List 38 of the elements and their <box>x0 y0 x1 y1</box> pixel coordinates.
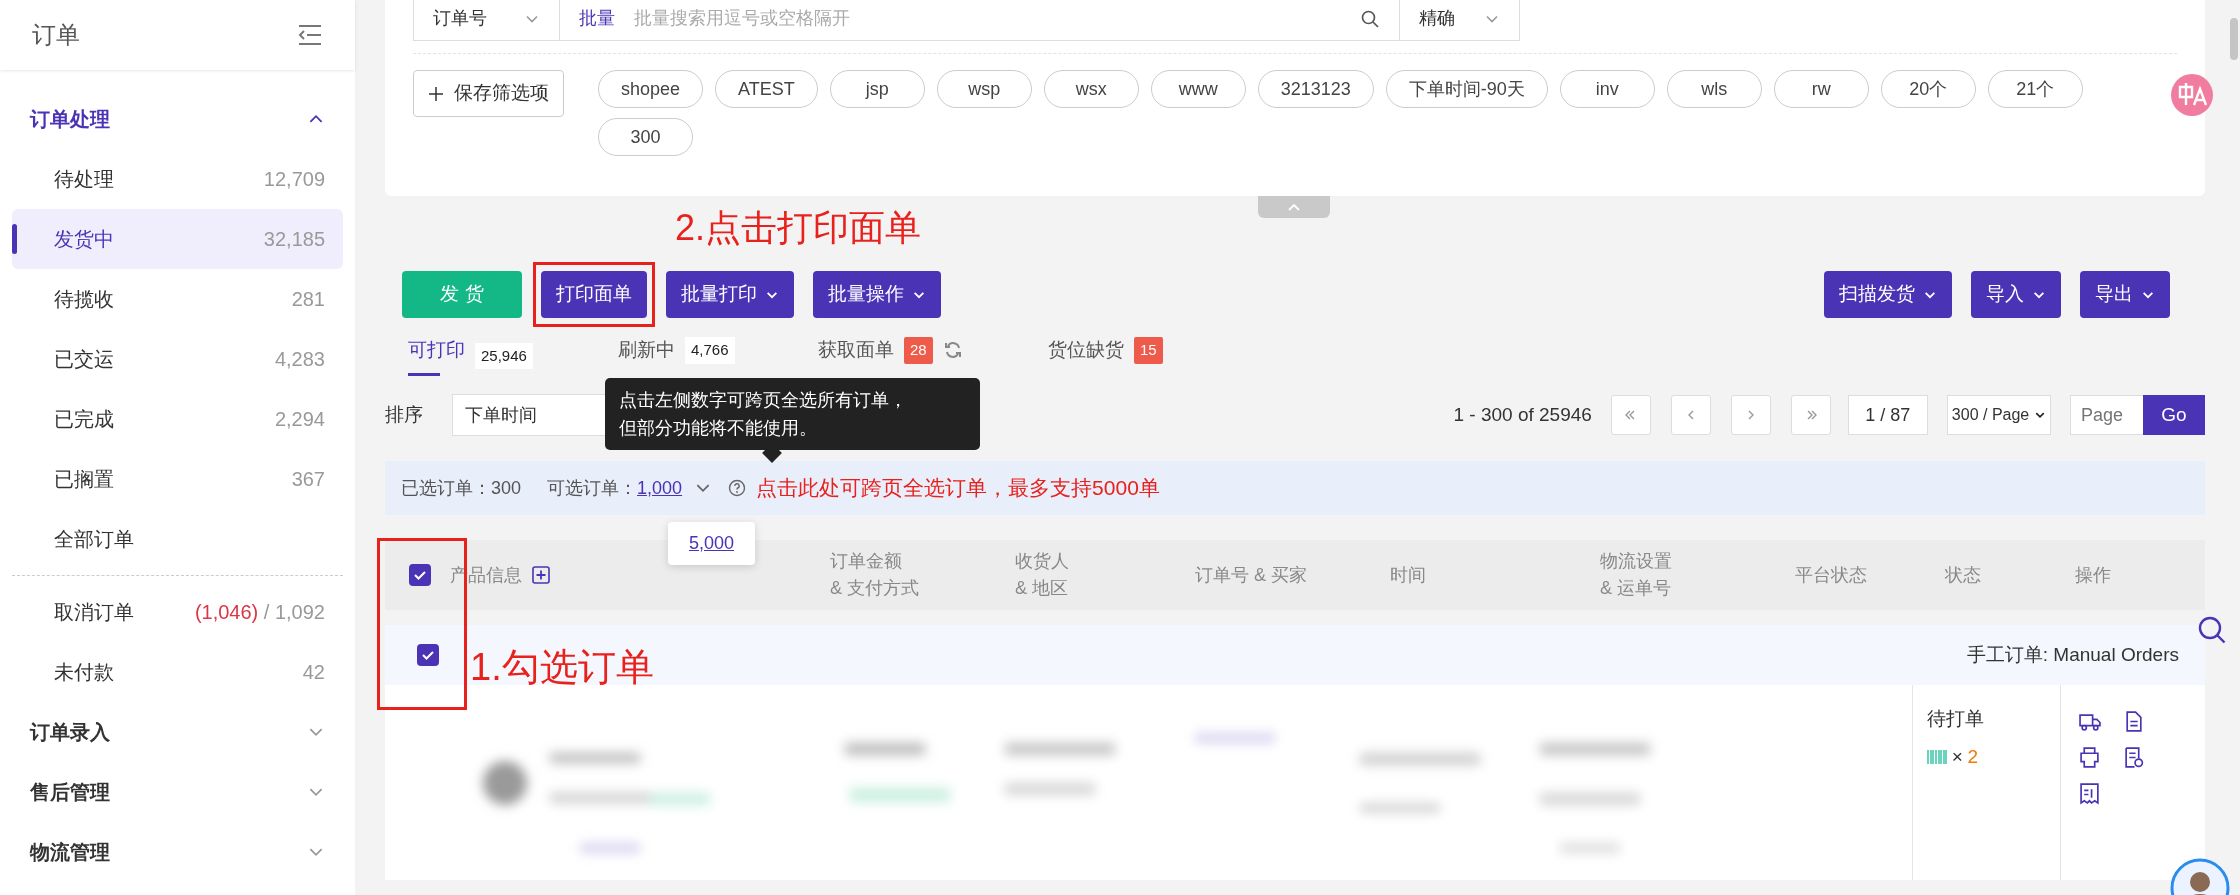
selected-count: 已选订单：300 <box>401 476 522 500</box>
item-label: 未付款 <box>54 660 114 685</box>
sidebar-title: 订单 <box>32 20 80 50</box>
column-header: 平台状态 <box>1795 563 1867 587</box>
item-label: 已搁置 <box>54 467 114 492</box>
item-label: 待处理 <box>54 167 114 192</box>
quantity-count: 2 <box>1967 745 1979 769</box>
column-header: 订单号 & 买家 <box>1195 563 1307 587</box>
hint-text: 点击此处可跨页全选订单，最多支持5000单 <box>756 475 1160 502</box>
annotation-text: 1.勾选订单 <box>470 645 654 689</box>
item-count: 32,185 <box>263 227 325 252</box>
item-label: 已交运 <box>54 347 114 372</box>
item-label: 待揽收 <box>54 287 114 312</box>
column-header: 操作 <box>2075 563 2111 587</box>
column-header: 物流设置 & 运单号 <box>1600 550 1672 600</box>
selectable-label: 可选订单： <box>547 476 638 500</box>
tooltip-text: 点击左侧数字可跨页全选所有订单， 但部分功能将不能使用。 <box>619 389 908 440</box>
column-header: 状态 <box>1945 563 1981 587</box>
item-count: (1,046) / 1,092 <box>194 600 325 625</box>
item-label: 已完成 <box>54 407 114 432</box>
sort-label: 排序 <box>385 402 423 427</box>
item-count: 281 <box>291 287 325 312</box>
multiply-sign: × <box>1951 745 1963 769</box>
column-header: 时间 <box>1390 563 1426 587</box>
item-label: 取消订单 <box>54 600 134 625</box>
order-status: 待打单 <box>1927 707 1985 731</box>
item-count: 367 <box>291 467 325 492</box>
page-range: 1 - 300 of 25946 <box>1453 402 1592 427</box>
item-count: 2,294 <box>274 407 325 432</box>
item-label: 发货中 <box>54 227 114 252</box>
order-source: 手工订单: Manual Orders <box>1966 642 2179 667</box>
item-count: 12,709 <box>263 167 325 192</box>
item-count: 4,283 <box>274 347 325 372</box>
column-header: 收货人 & 地区 <box>1015 550 1069 600</box>
annotation-text: 2.点击打印面单 <box>675 206 922 250</box>
column-header: 订单金额 & 支付方式 <box>830 550 919 600</box>
item-label: 全部订单 <box>54 527 134 552</box>
item-count: 42 <box>302 660 325 685</box>
